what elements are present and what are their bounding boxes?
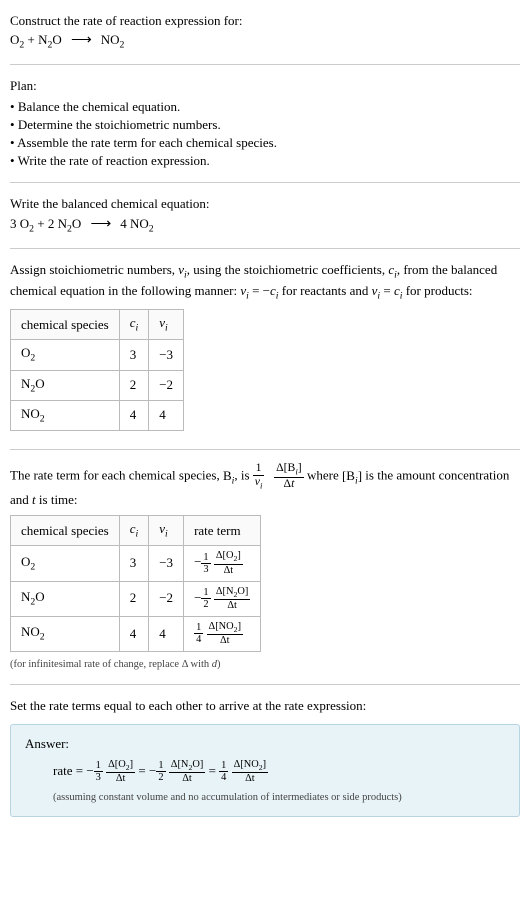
col-nui: νi xyxy=(149,516,184,546)
stoich-text: Assign stoichiometric numbers, νi, using… xyxy=(10,261,520,303)
table-row: N2O 2 −2 −12 Δ[N2O]Δt xyxy=(11,581,261,616)
plan-label: Plan: xyxy=(10,77,520,95)
rate-expression: rate = −13 Δ[O2]Δt = −12 Δ[N2O]Δt = 14 Δ… xyxy=(25,759,505,785)
rate-term-table: chemical species ci νi rate term O2 3 −3… xyxy=(10,515,261,651)
balance-label: Write the balanced chemical equation: xyxy=(10,195,520,213)
cell-ci: 2 xyxy=(119,370,149,400)
balanced-section: Write the balanced chemical equation: 3 … xyxy=(10,191,520,239)
table-row: NO2 4 4 14 Δ[NO2]Δt xyxy=(11,616,261,651)
rate-term-text: The rate term for each chemical species,… xyxy=(10,462,520,509)
assumption-note: (assuming constant volume and no accumul… xyxy=(25,791,505,806)
table-header-row: chemical species ci νi rate term xyxy=(11,516,261,546)
col-ci: ci xyxy=(119,310,149,340)
reaction-arrow-icon: ⟶ xyxy=(71,30,92,50)
balanced-equation: 3 O2 + 2 N2O ⟶ 4 NO2 xyxy=(10,214,520,236)
unbalanced-equation: O2 + N2O ⟶ NO2 xyxy=(10,30,520,52)
plan-section: Plan: Balance the chemical equation. Det… xyxy=(10,73,520,174)
plan-item: Determine the stoichiometric numbers. xyxy=(10,116,520,134)
cell-rate: −13 Δ[O2]Δt xyxy=(184,546,261,581)
col-nui: νi xyxy=(149,310,184,340)
cell-species: O2 xyxy=(11,546,120,581)
stoich-table: chemical species ci νi O2 3 −3 N2O 2 −2 … xyxy=(10,309,184,431)
col-ci: ci xyxy=(119,516,149,546)
plan-list: Balance the chemical equation. Determine… xyxy=(10,98,520,171)
table-row: O2 3 −3 xyxy=(11,340,184,370)
cell-nui: −3 xyxy=(149,340,184,370)
cell-ci: 4 xyxy=(119,616,149,651)
col-species: chemical species xyxy=(11,310,120,340)
cell-species: NO2 xyxy=(11,616,120,651)
cell-species: N2O xyxy=(11,581,120,616)
cell-nui: −3 xyxy=(149,546,184,581)
answer-box: Answer: rate = −13 Δ[O2]Δt = −12 Δ[N2O]Δ… xyxy=(10,724,520,817)
reaction-arrow-icon: ⟶ xyxy=(91,214,112,234)
table-header-row: chemical species ci νi xyxy=(11,310,184,340)
final-section: Set the rate terms equal to each other t… xyxy=(10,693,520,820)
reactant-n2o: N2O xyxy=(58,216,82,231)
table-row: O2 3 −3 −13 Δ[O2]Δt xyxy=(11,546,261,581)
divider xyxy=(10,248,520,249)
infinitesimal-note: (for infinitesimal rate of change, repla… xyxy=(10,658,520,673)
cell-species: O2 xyxy=(11,340,120,370)
fraction: 1νi xyxy=(253,462,265,491)
reactant-o2: O2 xyxy=(20,216,34,231)
divider xyxy=(10,684,520,685)
cell-nui: −2 xyxy=(149,370,184,400)
cell-nui: 4 xyxy=(149,616,184,651)
plan-item: Assemble the rate term for each chemical… xyxy=(10,134,520,152)
fraction: Δ[Bi]Δt xyxy=(274,462,304,491)
stoich-section: Assign stoichiometric numbers, νi, using… xyxy=(10,257,520,441)
cell-rate: −12 Δ[N2O]Δt xyxy=(184,581,261,616)
cell-ci: 3 xyxy=(119,340,149,370)
divider xyxy=(10,64,520,65)
col-rate: rate term xyxy=(184,516,261,546)
divider xyxy=(10,182,520,183)
reactant-o2: O2 xyxy=(10,32,24,47)
cell-nui: 4 xyxy=(149,400,184,430)
table-row: NO2 4 4 xyxy=(11,400,184,430)
cell-nui: −2 xyxy=(149,581,184,616)
cell-ci: 2 xyxy=(119,581,149,616)
reactant-n2o: N2O xyxy=(38,32,62,47)
cell-ci: 4 xyxy=(119,400,149,430)
cell-rate: 14 Δ[NO2]Δt xyxy=(184,616,261,651)
header-section: Construct the rate of reaction expressio… xyxy=(10,8,520,56)
answer-label: Answer: xyxy=(25,735,505,753)
instruction-text: Construct the rate of reaction expressio… xyxy=(10,12,520,30)
plan-item: Balance the chemical equation. xyxy=(10,98,520,116)
set-equal-text: Set the rate terms equal to each other t… xyxy=(10,697,520,715)
product-no2: NO2 xyxy=(130,216,154,231)
cell-ci: 3 xyxy=(119,546,149,581)
col-species: chemical species xyxy=(11,516,120,546)
cell-species: N2O xyxy=(11,370,120,400)
rate-term-section: The rate term for each chemical species,… xyxy=(10,458,520,676)
table-row: N2O 2 −2 xyxy=(11,370,184,400)
cell-species: NO2 xyxy=(11,400,120,430)
divider xyxy=(10,449,520,450)
product-no2: NO2 xyxy=(101,32,125,47)
plan-item: Write the rate of reaction expression. xyxy=(10,152,520,170)
